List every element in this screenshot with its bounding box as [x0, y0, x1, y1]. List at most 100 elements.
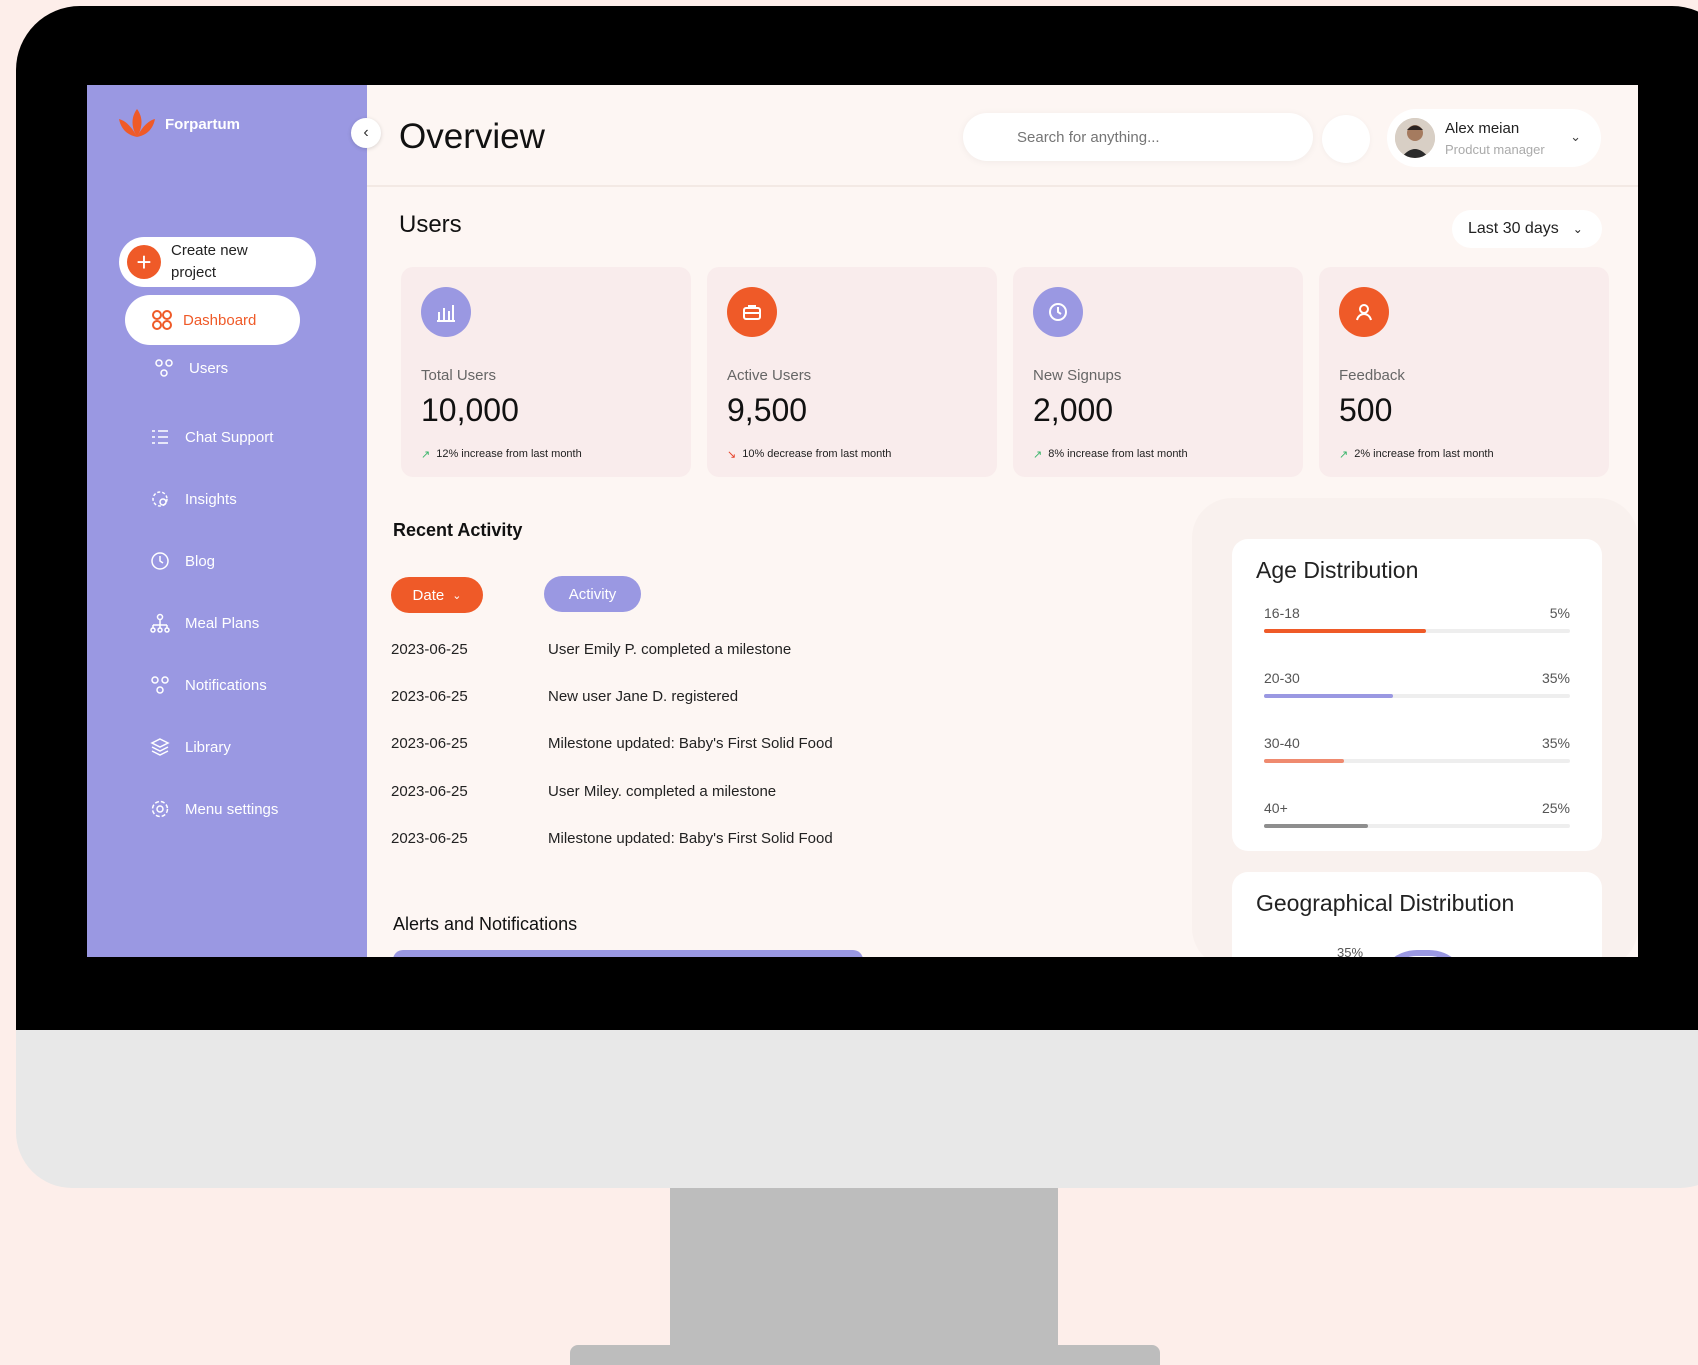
age-percent: 25% — [1541, 800, 1570, 816]
sidebar-item-label: Blog — [185, 552, 216, 570]
age-percent: 5% — [1549, 605, 1570, 621]
clock-icon — [1033, 287, 1083, 337]
alert-item[interactable] — [393, 950, 863, 957]
stat-card-active-users[interactable]: Active Users 9,500 ↘ 10% decrease from la… — [707, 267, 997, 477]
stat-trend-text: 2% increase from last month — [1354, 448, 1494, 460]
layers-icon — [150, 738, 170, 756]
sidebar-item-library[interactable]: Library — [149, 736, 231, 758]
activity-text: Milestone updated: Baby's First Solid Fo… — [548, 830, 833, 847]
age-row: 16-18 5% — [1264, 605, 1570, 633]
age-label: 16-18 — [1264, 605, 1300, 621]
search-input[interactable] — [1015, 127, 1279, 147]
stat-label: Total Users — [421, 367, 497, 384]
sidebar-item-label: Library — [185, 738, 231, 756]
monitor-stand — [670, 1188, 1058, 1365]
age-fill — [1264, 759, 1344, 763]
sidebar-item-chat-support[interactable]: Chat Support — [149, 426, 273, 448]
sidebar-item-label: Insights — [185, 490, 237, 508]
age-distribution-title: Age Distribution — [1256, 557, 1419, 583]
sidebar-item-meal-plans[interactable]: Meal Plans — [149, 612, 259, 634]
bar-chart-icon — [421, 287, 471, 337]
age-fill — [1264, 694, 1393, 698]
activity-row: 2023-06-25 User Miley. completed a milest… — [391, 783, 776, 800]
list-icon — [152, 430, 168, 444]
recent-activity-title: Recent Activity — [393, 520, 523, 540]
activity-row: 2023-06-25 User Emily P. completed a mile… — [391, 641, 791, 658]
age-label: 20-30 — [1264, 670, 1300, 686]
logo[interactable]: Forpartum — [115, 107, 240, 141]
activity-filter-label: Activity — [568, 585, 617, 603]
stat-card-feedback[interactable]: Feedback 500 ↗ 2% increase from last mont… — [1319, 267, 1609, 477]
avatar-photo — [1395, 118, 1435, 158]
date-range-select[interactable]: Last 30 days ⌄ — [1452, 210, 1602, 248]
geo-distribution-panel: Geographical Distribution — [1232, 872, 1602, 957]
age-fill — [1264, 629, 1427, 633]
age-distribution-panel: Age Distribution 16-18 5% 20-30 35% 30-4… — [1232, 539, 1602, 851]
insights-icon — [152, 491, 168, 507]
age-row: 30-40 35% — [1264, 735, 1570, 763]
dashboard-icon — [152, 310, 172, 330]
briefcase-icon — [727, 287, 777, 337]
geo-percent-label: 35% — [1337, 945, 1364, 957]
collapse-sidebar-button[interactable]: ‹ — [351, 118, 381, 148]
header-divider — [367, 185, 1638, 187]
screen: Forpartum + Create new project Dashboard… — [87, 85, 1638, 957]
sidebar-item-notifications[interactable]: Notifications — [149, 674, 267, 696]
plus-icon: + — [127, 245, 161, 279]
date-range-value: Last 30 days — [1468, 220, 1559, 237]
age-track — [1264, 824, 1570, 828]
stat-label: New Signups — [1033, 367, 1122, 384]
geo-distribution-title: Geographical Distribution — [1256, 890, 1515, 916]
age-row: 20-30 35% — [1264, 670, 1570, 698]
page-title: Overview — [399, 117, 545, 156]
date-filter-button[interactable]: Date ⌄ — [391, 577, 483, 613]
activity-filter-button[interactable]: Activity — [544, 576, 641, 612]
user-name: Alex meian — [1445, 119, 1520, 137]
users-icon — [155, 359, 173, 377]
arrow-up-icon: ↗ — [1339, 449, 1349, 461]
chevron-down-icon: ⌄ — [1570, 129, 1581, 144]
age-track — [1264, 759, 1570, 763]
clock-icon — [151, 552, 169, 570]
sidebar-item-dashboard[interactable]: Dashboard — [125, 295, 300, 345]
stat-card-new-signups[interactable]: New Signups 2,000 ↗ 8% increase from last… — [1013, 267, 1303, 477]
notification-button[interactable] — [1322, 115, 1370, 163]
sidebar-item-blog[interactable]: Blog — [149, 550, 215, 572]
stat-trend-text: 12% increase from last month — [436, 448, 582, 460]
user-menu[interactable]: Alex meian Prodcut manager ⌄ — [1387, 109, 1601, 167]
activity-date: 2023-06-25 — [391, 783, 468, 800]
lotus-logo-icon — [119, 109, 155, 137]
activity-date: 2023-06-25 — [391, 688, 468, 705]
age-percent: 35% — [1541, 735, 1570, 751]
activity-date: 2023-06-25 — [391, 735, 468, 752]
stat-label: Feedback — [1339, 367, 1405, 384]
sidebar-item-menu-settings[interactable]: Menu settings — [149, 798, 278, 820]
activity-text: New user Jane D. registered — [548, 688, 739, 705]
sidebar-item-label: Users — [189, 359, 229, 377]
user-role: Prodcut manager — [1445, 141, 1545, 157]
chevron-down-icon: ⌄ — [1572, 222, 1583, 236]
activity-date: 2023-06-25 — [391, 641, 468, 658]
age-fill — [1264, 824, 1369, 828]
stat-value: 2,000 — [1033, 392, 1114, 428]
monitor-chin — [16, 1030, 1698, 1188]
activity-text: User Emily P. completed a milestone — [548, 641, 792, 658]
date-filter-label: Date — [412, 586, 445, 604]
stat-value: 10,000 — [421, 392, 519, 428]
activity-row: 2023-06-25 Milestone updated: Baby's Firs… — [391, 735, 833, 752]
avatar — [1395, 118, 1435, 158]
activity-text: User Miley. completed a milestone — [548, 783, 777, 800]
logo-text: Forpartum — [165, 115, 240, 133]
stat-label: Active Users — [727, 367, 812, 384]
sidebar-item-users[interactable]: Users — [153, 357, 228, 379]
alerts-title: Alerts and Notifications — [393, 914, 578, 934]
activity-date: 2023-06-25 — [391, 830, 468, 847]
search-bar[interactable] — [963, 113, 1313, 161]
create-project-button[interactable]: + Create new project — [119, 237, 316, 287]
stat-card-total-users[interactable]: Total Users 10,000 ↗ 12% increase from la… — [401, 267, 691, 477]
user-icon — [1339, 287, 1389, 337]
sidebar-item-label: Notifications — [185, 676, 267, 694]
stat-value: 500 — [1339, 392, 1393, 428]
users-section-title: Users — [399, 211, 462, 238]
sidebar-item-insights[interactable]: Insights — [149, 488, 237, 510]
